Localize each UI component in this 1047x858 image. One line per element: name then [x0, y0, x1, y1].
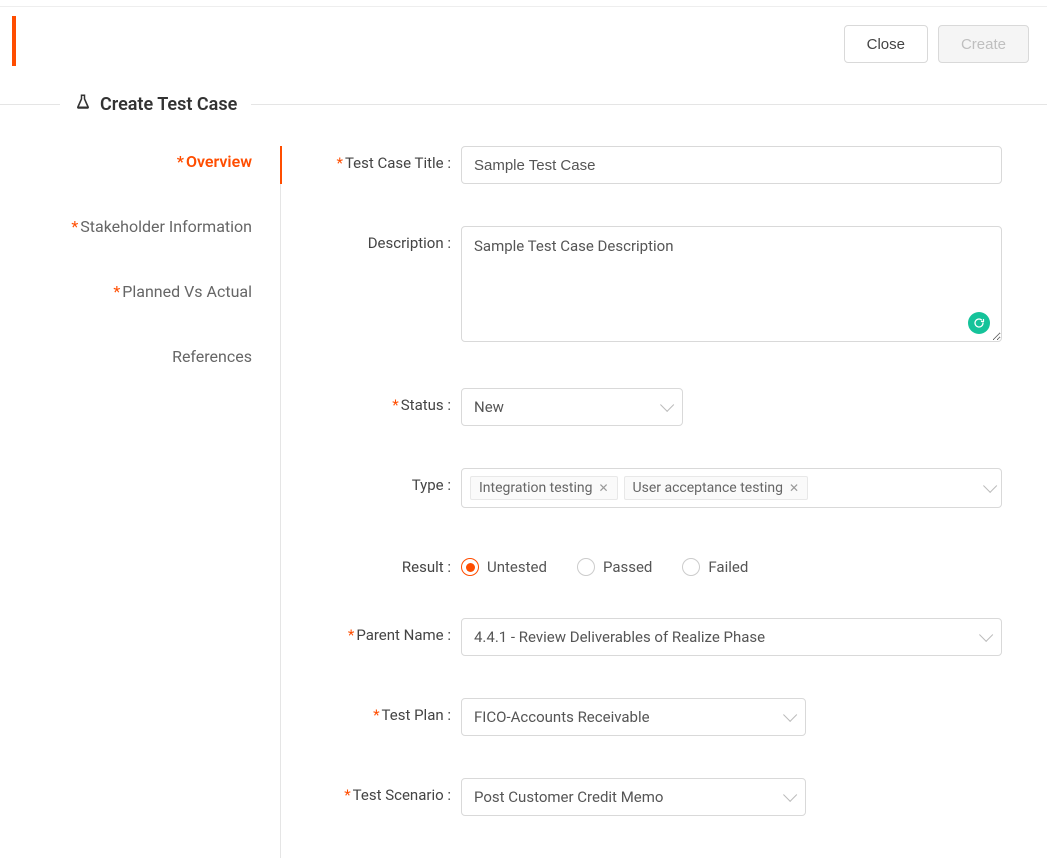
radio-untested[interactable]: Untested — [461, 558, 547, 576]
section-header: Create Test Case — [0, 93, 1047, 116]
radio-circle-icon — [577, 558, 595, 576]
chevron-down-icon — [660, 398, 674, 412]
divider-right — [251, 104, 1047, 105]
form-area: *Test Case Title : Description : *Status… — [280, 146, 1047, 858]
sidebar-item-label: Planned Vs Actual — [122, 282, 252, 301]
radio-circle-icon — [461, 558, 479, 576]
radio-label: Passed — [603, 558, 652, 576]
page-title: Create Test Case — [74, 93, 237, 116]
test-scenario-select[interactable]: Post Customer Credit Memo — [461, 778, 806, 816]
radio-passed[interactable]: Passed — [577, 558, 652, 576]
radio-failed[interactable]: Failed — [682, 558, 748, 576]
page-title-text: Create Test Case — [100, 94, 237, 115]
label-test-scenario: *Test Scenario : — [311, 778, 461, 804]
chevron-down-icon — [783, 708, 797, 722]
required-star: * — [113, 282, 120, 301]
radio-label: Failed — [708, 558, 748, 576]
divider-left — [0, 104, 60, 105]
header: Close Create — [0, 7, 1047, 73]
test-case-title-input[interactable] — [461, 146, 1002, 184]
chevron-down-icon — [979, 628, 993, 642]
flask-icon — [74, 93, 92, 116]
label-type: Type : — [311, 468, 461, 494]
row-test-scenario: *Test Scenario : Post Customer Credit Me… — [311, 778, 1002, 816]
parent-name-select[interactable]: 4.4.1 - Review Deliverables of Realize P… — [461, 618, 1002, 656]
row-type: Type : Integration testing ✕ User accept… — [311, 468, 1002, 508]
test-scenario-value: Post Customer Credit Memo — [474, 788, 663, 806]
test-plan-select[interactable]: FICO-Accounts Receivable — [461, 698, 806, 736]
sidebar-item-planned-vs-actual[interactable]: *Planned Vs Actual — [113, 282, 252, 301]
label-title: *Test Case Title : — [311, 146, 461, 172]
create-button[interactable]: Create — [938, 25, 1029, 63]
test-plan-value: FICO-Accounts Receivable — [474, 708, 650, 726]
sidebar: *Overview *Stakeholder Information *Plan… — [0, 146, 280, 858]
description-textarea[interactable] — [461, 226, 1002, 342]
sidebar-item-label: References — [172, 347, 252, 366]
radio-label: Untested — [487, 558, 547, 576]
required-star: * — [177, 152, 184, 171]
row-title: *Test Case Title : — [311, 146, 1002, 184]
row-status: *Status : New — [311, 388, 1002, 426]
type-tag: Integration testing ✕ — [470, 476, 618, 500]
label-parent-name: *Parent Name : — [311, 618, 461, 644]
label-status: *Status : — [311, 388, 461, 414]
grammarly-icon — [968, 312, 990, 334]
status-value: New — [474, 398, 504, 416]
parent-name-value: 4.4.1 - Review Deliverables of Realize P… — [474, 628, 765, 646]
tag-remove-icon[interactable]: ✕ — [789, 481, 799, 495]
tag-remove-icon[interactable]: ✕ — [598, 481, 608, 495]
sidebar-item-label: Stakeholder Information — [80, 217, 252, 236]
left-accent-bar — [12, 16, 16, 66]
chevron-down-icon — [783, 788, 797, 802]
type-tag: User acceptance testing ✕ — [624, 476, 809, 500]
tag-label: User acceptance testing — [633, 480, 783, 496]
label-description: Description : — [311, 226, 461, 252]
sidebar-item-stakeholder[interactable]: *Stakeholder Information — [71, 217, 252, 236]
status-select[interactable]: New — [461, 388, 683, 426]
type-multiselect[interactable]: Integration testing ✕ User acceptance te… — [461, 468, 1002, 508]
row-test-plan: *Test Plan : FICO-Accounts Receivable — [311, 698, 1002, 736]
required-star: * — [71, 217, 78, 236]
radio-circle-icon — [682, 558, 700, 576]
row-description: Description : — [311, 226, 1002, 346]
row-parent-name: *Parent Name : 4.4.1 - Review Deliverabl… — [311, 618, 1002, 656]
chevron-down-icon — [983, 479, 997, 493]
tag-label: Integration testing — [479, 480, 592, 496]
label-test-plan: *Test Plan : — [311, 698, 461, 724]
result-radio-group: Untested Passed Failed — [461, 550, 1002, 576]
close-button[interactable]: Close — [844, 25, 928, 63]
content-area: *Overview *Stakeholder Information *Plan… — [0, 146, 1047, 858]
row-result: Result : Untested Passed Failed — [311, 550, 1002, 576]
active-tab-indicator — [280, 146, 282, 184]
sidebar-item-overview[interactable]: *Overview — [177, 152, 252, 171]
sidebar-item-references[interactable]: References — [172, 347, 252, 366]
sidebar-item-label: Overview — [186, 152, 252, 171]
label-result: Result : — [311, 550, 461, 576]
